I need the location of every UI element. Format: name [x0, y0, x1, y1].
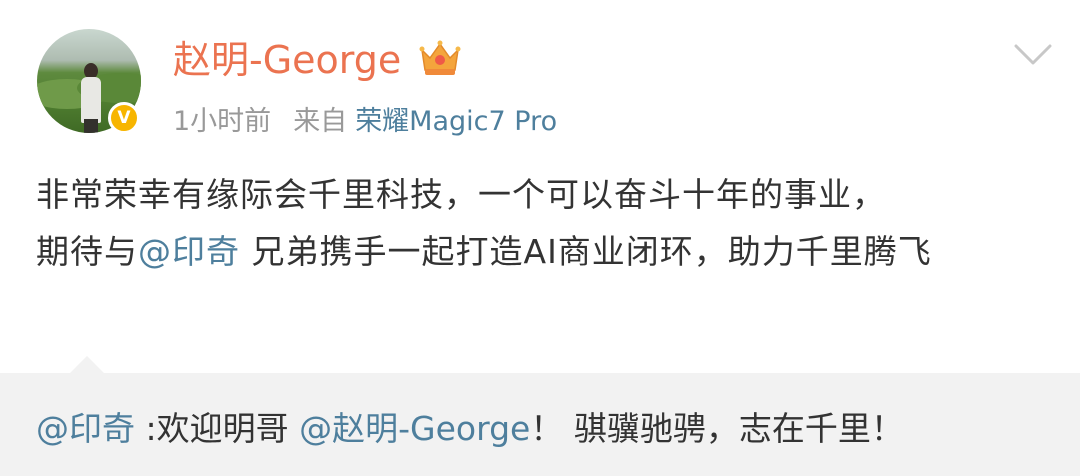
avatar-person-body [81, 77, 101, 123]
crown-icon[interactable] [418, 38, 462, 78]
comment-text: :欢迎明哥 [135, 409, 300, 448]
comment-item[interactable]: @印奇 :欢迎明哥 @赵明-George！ 骐骥驰骋，志在千里！ [36, 404, 904, 454]
post-text-suffix: 兄弟携手一起打造AI商业闭环，助力千里腾飞 [240, 232, 932, 271]
post-text-prefix: 期待与 [36, 232, 138, 271]
comment-fade-overlay [880, 404, 1080, 476]
verified-badge-icon: V [108, 102, 140, 134]
comment-author-link[interactable]: @印奇 [36, 409, 135, 448]
post-time: 1小时前 [173, 106, 272, 137]
post-meta: 1小时前 来自 荣耀Magic7 Pro [173, 104, 557, 140]
post-text-line: 非常荣幸有缘际会千里科技，一个可以奋斗十年的事业， [36, 175, 886, 214]
source-label: 来自 [293, 106, 348, 137]
post-text: 非常荣幸有缘际会千里科技，一个可以奋斗十年的事业， 期待与@印奇 兄弟携手一起打… [36, 166, 1056, 280]
chevron-down-icon[interactable] [1012, 40, 1054, 70]
post-mention-link[interactable]: @印奇 [138, 232, 240, 271]
comment-text-tail: ！ 骐骥驰骋，志在千里！ [530, 409, 904, 448]
source-device-link[interactable]: 荣耀Magic7 Pro [355, 106, 557, 137]
avatar-person-legs [84, 119, 98, 133]
author-name[interactable]: 赵明-George [173, 36, 401, 84]
comment-mention-link[interactable]: @赵明-George [299, 409, 530, 448]
